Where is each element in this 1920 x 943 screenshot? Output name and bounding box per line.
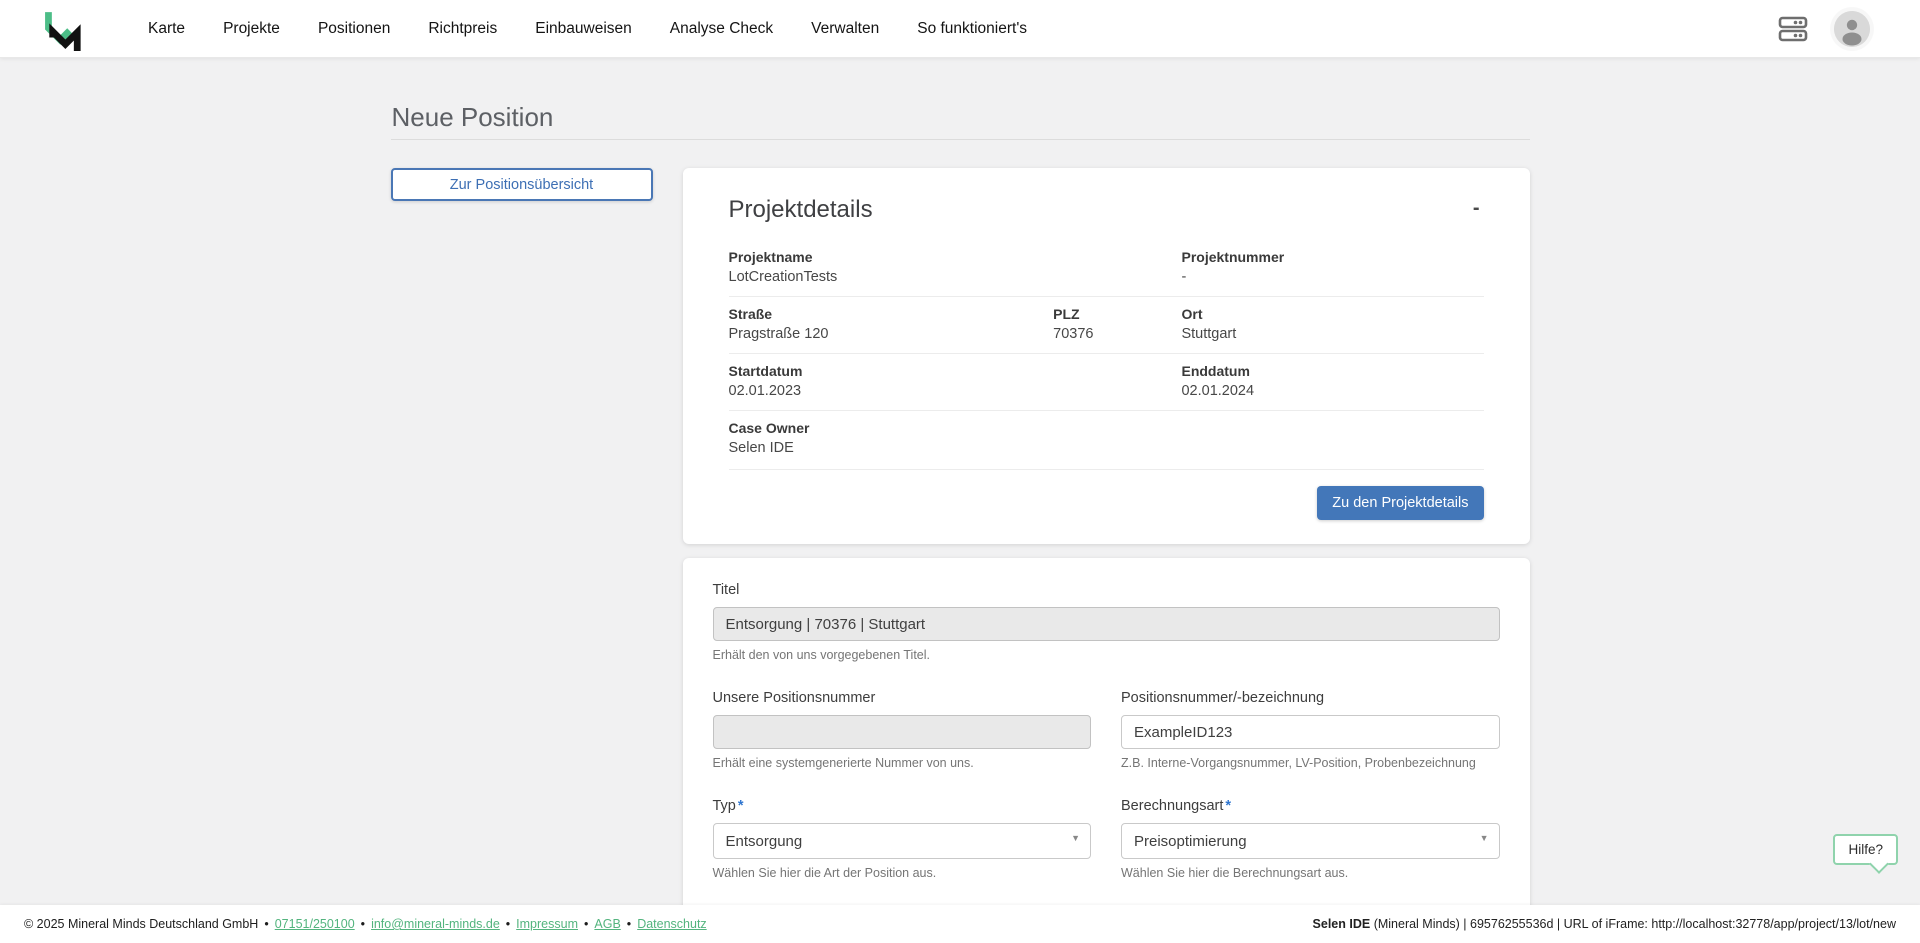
collapse-minus-icon[interactable]: - (1469, 196, 1484, 220)
titel-input (713, 607, 1500, 641)
titel-group: Titel Erhält den von uns vorgegebenen Ti… (713, 582, 1500, 662)
nav-item-verwalten[interactable]: Verwalten (811, 0, 879, 58)
positions-overview-button[interactable]: Zur Positionsübersicht (391, 168, 653, 201)
session-details: (Mineral Minds) | 69576255536d | URL of … (1370, 917, 1896, 931)
page-title: Neue Position (392, 102, 1530, 133)
typ-group: Typ* Entsorgung ▼ Wählen Sie hier die Ar… (713, 798, 1092, 880)
footer-session-info: Selen IDE (Mineral Minds) | 69576255536d… (1313, 917, 1896, 931)
separator: • (264, 917, 268, 931)
detail-row-address: Straße Pragstraße 120 PLZ 70376 Ort Stut… (729, 296, 1484, 353)
session-user: Selen IDE (1313, 917, 1371, 931)
field-value: LotCreationTests (729, 269, 1182, 285)
nav-item-karte[interactable]: Karte (148, 0, 185, 58)
nav-item-analyse-check[interactable]: Analyse Check (670, 0, 773, 58)
new-position-form-card: Titel Erhält den von uns vorgegebenen Ti… (683, 558, 1530, 943)
field-label: Ort (1181, 306, 1483, 322)
berechnungsart-group: Berechnungsart* Preisoptimierung ▼ Wähle… (1121, 798, 1500, 880)
unsere-positionsnummer-group: Unsere Positionsnummer Erhält eine syste… (713, 690, 1092, 770)
berechnungsart-helper: Wählen Sie hier die Berechnungsart aus. (1121, 866, 1500, 880)
field-value: - (1181, 269, 1483, 285)
positionsnummer-helper: Z.B. Interne-Vorgangsnummer, LV-Position… (1121, 756, 1500, 770)
field-label: PLZ (1053, 306, 1181, 322)
main-nav: Karte Projekte Positionen Richtpreis Ein… (148, 0, 1027, 58)
top-navbar: Karte Projekte Positionen Richtpreis Ein… (0, 0, 1920, 58)
required-asterisk: * (1225, 798, 1231, 814)
berechnungsart-select[interactable]: Preisoptimierung (1121, 823, 1500, 859)
berechnungsart-label-text: Berechnungsart (1121, 798, 1223, 814)
server-icon[interactable] (1778, 15, 1808, 43)
project-details-card: Projektdetails - Projektname LotCreation… (683, 168, 1530, 544)
go-to-project-details-button[interactable]: Zu den Projektdetails (1317, 486, 1483, 520)
main-content: Neue Position Zur Positionsübersicht Pro… (0, 58, 1920, 943)
typ-label: Typ* (713, 798, 1092, 814)
help-button[interactable]: Hilfe? (1833, 834, 1898, 865)
footer-left: © 2025 Mineral Minds Deutschland GmbH • … (24, 917, 707, 931)
positionsnummer-group: Positionsnummer/-bezeichnung Z.B. Intern… (1121, 690, 1500, 770)
nav-item-richtpreis[interactable]: Richtpreis (428, 0, 497, 58)
separator: • (627, 917, 631, 931)
typ-label-text: Typ (713, 798, 736, 814)
nav-item-positionen[interactable]: Positionen (318, 0, 390, 58)
datenschutz-link[interactable]: Datenschutz (637, 917, 706, 931)
required-asterisk: * (738, 798, 744, 814)
nav-item-einbauweisen[interactable]: Einbauweisen (535, 0, 632, 58)
typ-helper: Wählen Sie hier die Art der Position aus… (713, 866, 1092, 880)
field-label: Enddatum (1181, 363, 1483, 379)
field-value: Selen IDE (729, 440, 1484, 456)
field-value: 70376 (1053, 326, 1181, 342)
titel-label: Titel (713, 582, 1500, 598)
project-details-title: Projektdetails (729, 196, 873, 224)
field-label: Case Owner (729, 420, 1484, 436)
brand-logo-icon[interactable] (40, 6, 84, 52)
field-value: 02.01.2023 (729, 383, 1182, 399)
separator: • (584, 917, 588, 931)
unsere-positionsnummer-input (713, 715, 1092, 749)
field-value: Stuttgart (1181, 326, 1483, 342)
email-link[interactable]: info@mineral-minds.de (371, 917, 500, 931)
agb-link[interactable]: AGB (594, 917, 620, 931)
detail-row-name-number: Projektname LotCreationTests Projektnumm… (729, 240, 1484, 296)
typ-select[interactable]: Entsorgung (713, 823, 1092, 859)
positionsnummer-input[interactable] (1121, 715, 1500, 749)
detail-row-dates: Startdatum 02.01.2023 Enddatum 02.01.202… (729, 353, 1484, 410)
left-column: Zur Positionsübersicht (391, 168, 653, 201)
user-avatar-icon[interactable] (1834, 11, 1870, 47)
unsere-positionsnummer-helper: Erhält eine systemgenerierte Nummer von … (713, 756, 1092, 770)
field-label: Projektname (729, 249, 1182, 265)
right-column: Projektdetails - Projektname LotCreation… (683, 168, 1530, 943)
nav-item-so-funktionierts[interactable]: So funktioniert's (917, 0, 1027, 58)
separator: • (506, 917, 510, 931)
titel-helper: Erhält den von uns vorgegebenen Titel. (713, 648, 1500, 662)
positionsnummer-label: Positionsnummer/-bezeichnung (1121, 690, 1500, 706)
navbar-right (1778, 11, 1870, 47)
nav-item-projekte[interactable]: Projekte (223, 0, 280, 58)
detail-row-case-owner: Case Owner Selen IDE (729, 410, 1484, 467)
title-divider (391, 139, 1530, 140)
field-label: Startdatum (729, 363, 1182, 379)
field-value: 02.01.2024 (1181, 383, 1483, 399)
footer: © 2025 Mineral Minds Deutschland GmbH • … (0, 905, 1920, 943)
field-value: Pragstraße 120 (729, 326, 1054, 342)
berechnungsart-label: Berechnungsart* (1121, 798, 1500, 814)
field-label: Straße (729, 306, 1054, 322)
impressum-link[interactable]: Impressum (516, 917, 578, 931)
phone-link[interactable]: 07151/250100 (275, 917, 355, 931)
unsere-positionsnummer-label: Unsere Positionsnummer (713, 690, 1092, 706)
separator: • (361, 917, 365, 931)
field-label: Projektnummer (1181, 249, 1483, 265)
copyright-text: © 2025 Mineral Minds Deutschland GmbH (24, 917, 258, 931)
